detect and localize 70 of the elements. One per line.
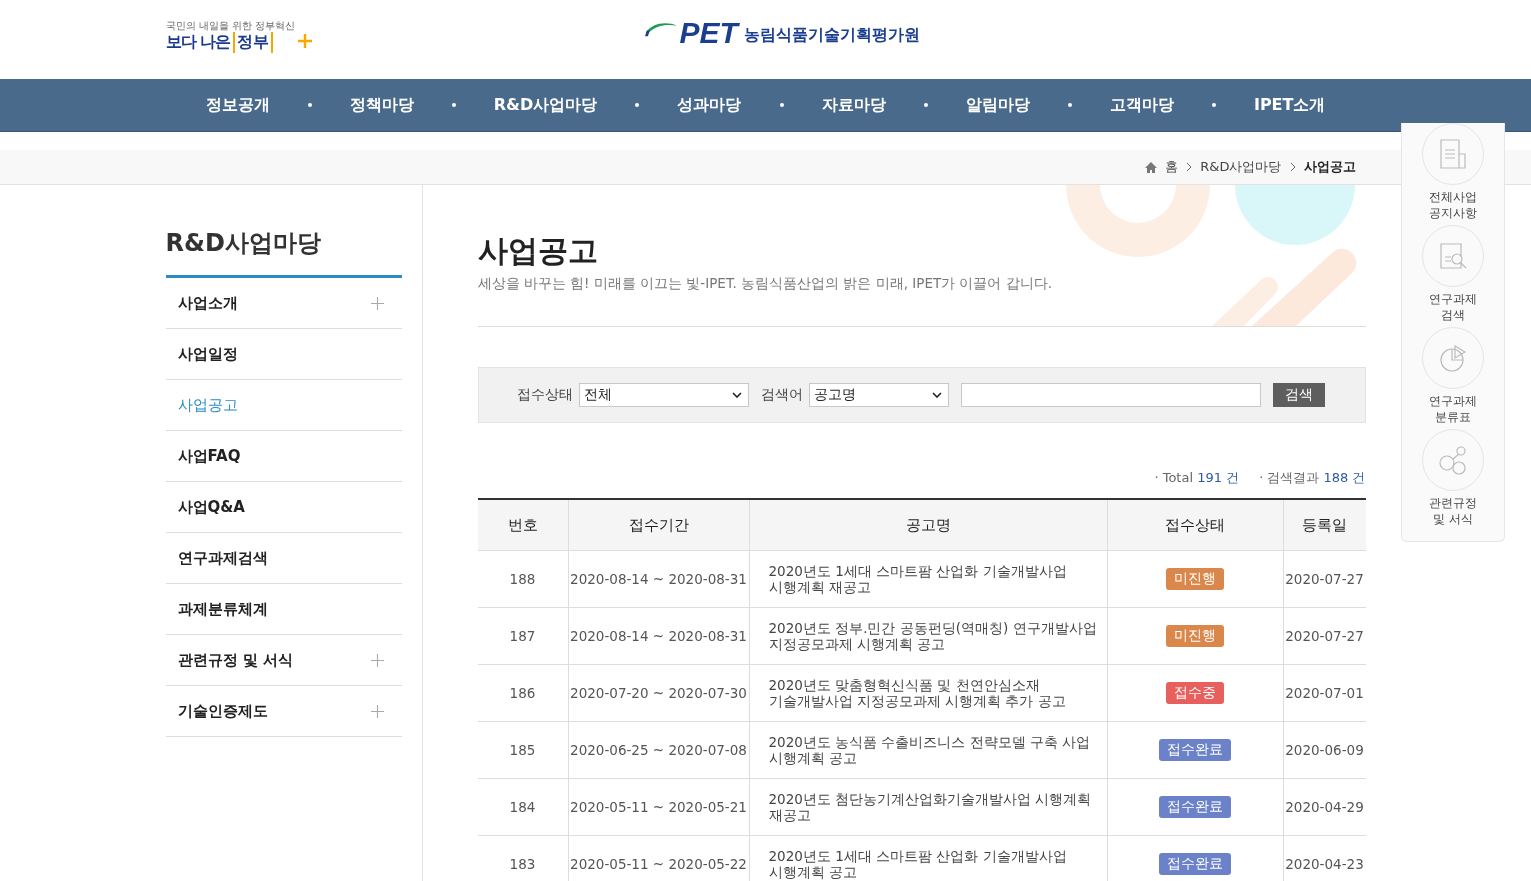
table-cell: 186 — [477, 664, 568, 722]
logo-text: PET — [679, 18, 738, 48]
sidebar-item[interactable]: 연구과제검색 — [165, 533, 402, 584]
sidebar-item[interactable]: 기술인증제도 — [165, 686, 402, 737]
document-search-icon — [1437, 240, 1469, 272]
table-cell: 2020-05-11 ~ 2020-05-21 — [568, 778, 749, 836]
field-label: 검색어 — [760, 386, 803, 404]
home-icon[interactable] — [1145, 161, 1158, 173]
breadcrumb-link[interactable]: R&D사업마당 — [1200, 158, 1282, 176]
column-header: 접수상태 — [1107, 499, 1283, 551]
nav-link[interactable]: 성과마당 — [677, 94, 742, 116]
sidebar-item[interactable]: 과제분류체계 — [165, 584, 402, 635]
chevron-icon — [1289, 162, 1296, 172]
caret-icon — [731, 392, 742, 398]
nav-link[interactable]: 정책마당 — [349, 94, 414, 116]
column-header: 번호 — [477, 499, 568, 551]
table-cell: 2020-07-20 ~ 2020-07-30 — [568, 664, 749, 722]
status-badge: 미진행 — [1166, 568, 1224, 590]
breadcrumb-link[interactable]: 사업공고 — [1303, 158, 1356, 176]
table-cell: 2020-05-11 ~ 2020-05-22 — [568, 835, 749, 881]
sidebar-item[interactable]: 사업공고 — [165, 380, 402, 431]
table-cell: 2020-06-25 ~ 2020-07-08 — [568, 721, 749, 779]
chevron-icon — [1186, 162, 1193, 172]
nav-link[interactable]: 정보공개 — [205, 94, 270, 116]
column-header: 등록일 — [1283, 499, 1366, 551]
plus-icon[interactable] — [370, 296, 384, 310]
table-cell: 2020-08-14 ~ 2020-08-31 — [568, 550, 749, 608]
table-cell: 188 — [477, 550, 568, 608]
logo-tagline: 국민의 내일을 위한 정부혁신 — [165, 20, 296, 32]
nav-link[interactable]: 고객마당 — [1109, 94, 1174, 116]
nodes-icon — [1437, 444, 1469, 476]
logo-text: 보다 나은 — [165, 32, 231, 53]
nav-link[interactable]: IPET소개 — [1253, 94, 1326, 116]
sidebar-item[interactable]: 사업소개 — [165, 278, 402, 329]
column-header: 접수기간 — [568, 499, 749, 551]
status-badge: 접수완료 — [1159, 853, 1231, 875]
nav-link[interactable]: 자료마당 — [821, 94, 886, 116]
plus-icon — [298, 34, 313, 48]
search-button[interactable]: 검색 — [1272, 383, 1325, 407]
breadcrumb-link[interactable]: 홈 — [1165, 158, 1179, 176]
newspaper-icon — [1437, 138, 1469, 170]
caret-icon — [931, 392, 942, 398]
search-field[interactable] — [960, 383, 1261, 407]
search-type-select[interactable]: 공고명 — [808, 383, 949, 407]
sidebar-item[interactable]: 사업일정 — [165, 329, 402, 380]
sidebar-item[interactable]: 관련규정 및 서식 — [165, 635, 402, 686]
table-cell: 187 — [477, 607, 568, 665]
page-subtitle: 세상을 바꾸는 힘! 미래를 이끄는 빛-IPET. 농림식품산업의 밝은 미래, IPET가 이끌어 갑니다. — [477, 275, 1054, 293]
logo-text: 농림식품기술기획평가원 — [743, 25, 920, 46]
nav-link[interactable]: R&D사업마당 — [493, 94, 598, 116]
table-cell: 2020-08-14 ~ 2020-08-31 — [568, 607, 749, 665]
plus-icon[interactable] — [370, 653, 384, 667]
sidebar-item[interactable]: 사업Q&A — [165, 482, 402, 533]
page-title: 사업공고 — [477, 232, 598, 269]
result-count: · Total 191 건 — [1154, 469, 1240, 487]
logo-text: 정부 — [233, 32, 274, 53]
field-label: 접수상태 — [516, 386, 573, 404]
status-select[interactable]: 전체 — [578, 383, 749, 407]
table-cell: 185 — [477, 721, 568, 779]
table-cell: 184 — [477, 778, 568, 836]
result-count: · 검색결과 188 건 — [1259, 469, 1366, 487]
sidebar-item[interactable]: 사업FAQ — [165, 431, 402, 482]
sidebar-title: R&D사업마당 — [165, 227, 402, 278]
status-badge: 접수중 — [1166, 682, 1224, 704]
status-badge: 접수완료 — [1159, 739, 1231, 761]
status-badge: 접수완료 — [1159, 796, 1231, 818]
nav-link[interactable]: 알림마당 — [965, 94, 1030, 116]
column-header: 공고명 — [749, 499, 1107, 551]
status-badge: 미진행 — [1166, 625, 1224, 647]
plus-icon[interactable] — [370, 704, 384, 718]
